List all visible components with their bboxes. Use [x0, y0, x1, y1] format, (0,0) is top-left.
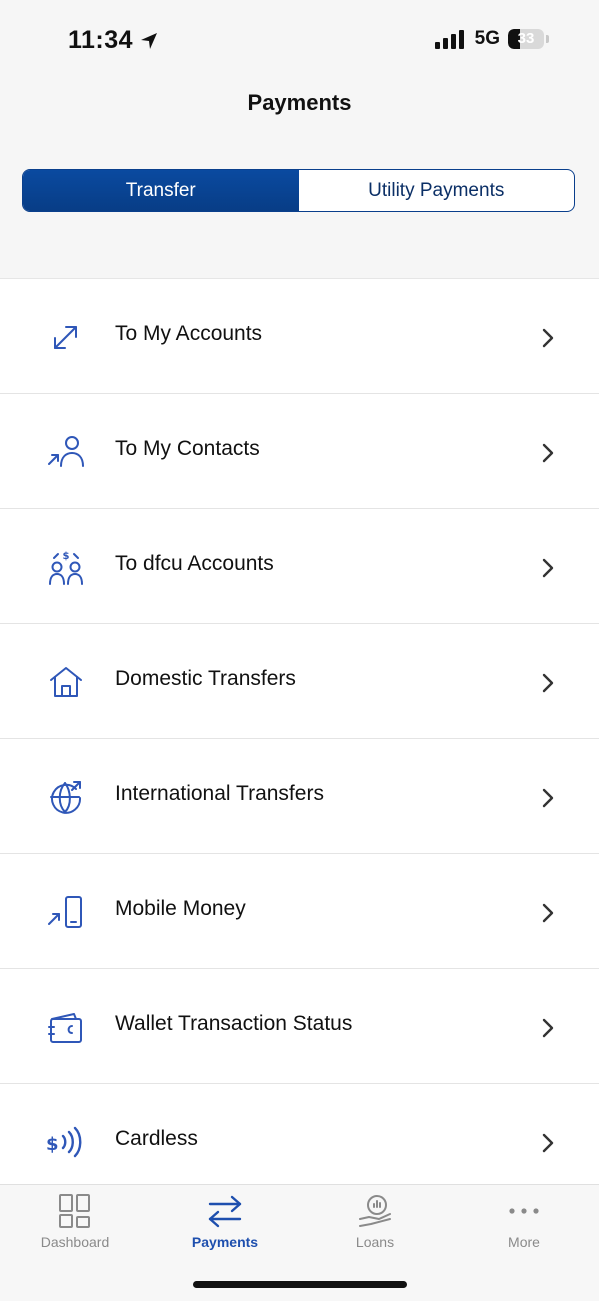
menu-item-to-my-contacts[interactable]: To My Contacts [0, 394, 599, 509]
menu-item-label: To dfcu Accounts [115, 552, 274, 575]
tab-loans[interactable]: Loans [300, 1193, 450, 1250]
status-indicators: 5G 33 [434, 28, 549, 50]
contact-send-icon [48, 436, 84, 467]
battery-icon: 33 [508, 29, 544, 49]
people-exchange-icon: $ [49, 551, 83, 585]
arrows-diagonal-icon [54, 326, 77, 349]
mobile-send-icon [48, 896, 82, 928]
page-title: Payments [247, 90, 352, 115]
payment-options-list: To My Accounts To My Contacts $ To dfcu … [0, 278, 599, 1185]
tab-label: Payments [191, 1234, 259, 1250]
home-icon [50, 667, 82, 697]
menu-item-cardless[interactable]: $ Cardless [0, 1084, 599, 1185]
menu-item-label: Cardless [115, 1127, 198, 1150]
chevron-right-icon [542, 673, 554, 693]
globe-arrow-icon [50, 781, 82, 814]
tab-utility-payments[interactable]: Utility Payments [299, 170, 575, 211]
battery-cap [546, 35, 549, 43]
menu-item-to-my-accounts[interactable]: To My Accounts [0, 279, 599, 394]
chevron-right-icon [542, 903, 554, 923]
menu-item-label: Wallet Transaction Status [115, 1012, 353, 1035]
wallet-icon [48, 1013, 82, 1043]
menu-item-label: To My Accounts [115, 322, 263, 345]
menu-item-wallet-transaction-status[interactable]: Wallet Transaction Status [0, 969, 599, 1084]
status-time: 11:34 [68, 26, 159, 55]
status-bar: 11:34 5G 33 [0, 0, 599, 80]
tab-label: More [508, 1234, 540, 1250]
chevron-right-icon [542, 788, 554, 808]
chevron-right-icon [542, 443, 554, 463]
chevron-right-icon [542, 1133, 554, 1153]
payment-type-segmented-control: Transfer Utility Payments [22, 169, 575, 212]
home-indicator[interactable] [193, 1281, 407, 1288]
signal-bars-icon [434, 30, 464, 49]
chevron-right-icon [542, 1018, 554, 1038]
tab-dashboard[interactable]: Dashboard [0, 1193, 150, 1250]
loan-hand-icon [359, 1195, 391, 1227]
tab-payments[interactable]: Payments [150, 1193, 300, 1250]
menu-item-label: Mobile Money [115, 897, 246, 920]
menu-item-international-transfers[interactable]: International Transfers [0, 739, 599, 854]
tab-more[interactable]: More [449, 1193, 599, 1250]
contactless-cash-icon: $ [46, 1126, 82, 1158]
menu-item-label: International Transfers [115, 782, 324, 805]
menu-item-label: To My Contacts [115, 437, 260, 460]
svg-text:$: $ [63, 551, 70, 562]
battery-percent: 33 [517, 30, 535, 47]
menu-item-mobile-money[interactable]: Mobile Money [0, 854, 599, 969]
chevron-right-icon [542, 558, 554, 578]
chevron-right-icon [542, 328, 554, 348]
network-type: 5G [474, 28, 500, 49]
tab-label: Loans [355, 1234, 395, 1250]
more-dots-icon [509, 1208, 539, 1214]
tab-transfer[interactable]: Transfer [23, 170, 299, 211]
location-arrow-icon [141, 32, 158, 49]
menu-item-label: Domestic Transfers [115, 667, 296, 690]
menu-item-to-dfcu-accounts[interactable]: $ To dfcu Accounts [0, 509, 599, 624]
menu-item-domestic-transfers[interactable]: Domestic Transfers [0, 624, 599, 739]
tab-label: Dashboard [40, 1234, 110, 1250]
svg-text:$: $ [46, 1134, 59, 1155]
transfer-arrows-icon [208, 1195, 242, 1228]
dashboard-grid-icon [59, 1194, 90, 1228]
clock-text: 11:34 [68, 26, 134, 54]
